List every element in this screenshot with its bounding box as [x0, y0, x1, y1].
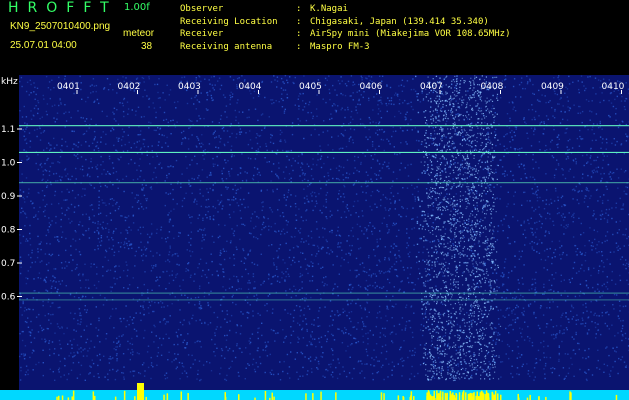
x-tick-label: 0403: [178, 82, 201, 92]
info-row-location: Receiving Location: Chigasaki, Japan (139…: [180, 16, 510, 29]
x-tick-label: 0407: [420, 82, 443, 92]
spectrogram-canvas: 0401 0402 0403 0404 0405 0406 0407 0408 0409 0410…: [0, 75, 629, 400]
y-tick-label: 0.7: [1, 259, 15, 269]
spectrogram-background: [0, 75, 629, 400]
info-key: Receiver: [180, 29, 224, 39]
info-row-antenna: Receiving antenna: Maspro FM-3: [180, 41, 510, 54]
info-row-observer: Observer: K.Nagai: [180, 3, 510, 16]
version-label: 1.00f: [124, 2, 150, 13]
timestamp: 25.07.01 04:00: [10, 40, 77, 51]
spectrogram: 0401 0402 0403 0404 0405 0406 0407 0408 0409 0410…: [0, 75, 629, 400]
x-tick-label: 0405: [299, 82, 322, 92]
info-sep: :: [296, 16, 302, 27]
y-axis-unit: kHz: [1, 77, 18, 87]
y-tick-label: 1.1: [1, 125, 15, 135]
info-key: Observer: [180, 4, 224, 14]
info-sep: :: [296, 4, 302, 14]
meteor-label: meteor: [123, 28, 155, 39]
info-value: Maspro FM-3: [310, 41, 370, 52]
info-value: Chigasaki, Japan (139.414 35.340): [310, 16, 489, 27]
info-value: K.Nagai: [310, 4, 348, 14]
info-key: Receiving antenna: [180, 41, 273, 52]
y-tick-label: 0.9: [1, 192, 16, 202]
observation-info: Observer: K.Nagai Receiving Location: Chig…: [180, 3, 510, 53]
x-tick-label: 0401: [57, 82, 80, 92]
info-key: Receiving Location: [180, 16, 278, 27]
y-axis-panel: [0, 75, 19, 400]
file-name: KN9_2507010400.png: [10, 21, 111, 32]
header-panel: HROFFT 1.00f KN9_2507010400.png 25.07.01…: [0, 0, 629, 75]
info-row-receiver: Receiver: AirSpy mini (Miakejima VOR 108.…: [180, 28, 510, 41]
y-tick-label: 0.6: [1, 293, 16, 303]
info-value: AirSpy mini (Miakejima VOR 108.65MHz): [310, 29, 511, 39]
y-tick-label: 0.8: [1, 226, 16, 236]
info-sep: :: [296, 29, 302, 39]
y-tick-label: 1.0: [1, 159, 16, 169]
app-title: HROFFT: [8, 0, 118, 16]
meteor-count: 38: [141, 41, 153, 52]
info-sep: :: [296, 41, 302, 52]
x-tick-label: 0402: [118, 82, 141, 92]
